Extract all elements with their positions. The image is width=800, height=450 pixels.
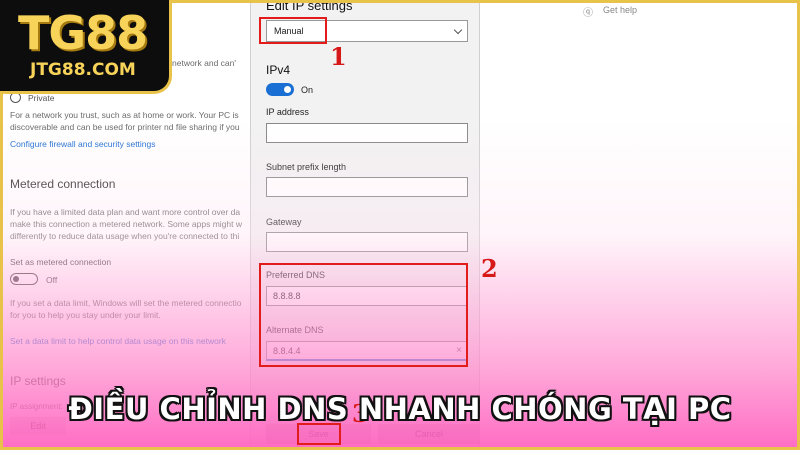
- subnet-prefix-label: Subnet prefix length: [266, 162, 347, 172]
- gateway-input[interactable]: [266, 232, 468, 252]
- step-1-marker: 1: [330, 42, 347, 71]
- step-2-marker: 2: [481, 254, 498, 283]
- preferred-dns-label: Preferred DNS: [266, 270, 326, 280]
- ipv4-toggle[interactable]: [266, 83, 294, 96]
- metered-toggle-state: Off: [46, 275, 58, 285]
- ip-settings-heading: IP settings: [10, 374, 66, 388]
- ip-address-label: IP address: [266, 107, 309, 117]
- edit-ip-settings-dialog: Edit IP settings Manual IPv4 On IP addre…: [250, 0, 480, 450]
- chevron-down-icon: [453, 25, 463, 35]
- cancel-button[interactable]: Cancel: [378, 424, 480, 444]
- get-help-link[interactable]: Get help: [603, 5, 637, 15]
- ip-mode-select[interactable]: Manual: [266, 20, 468, 42]
- data-limit-description-line-1: If you set a data limit, Windows will se…: [10, 298, 242, 308]
- logo-domain: JTG88.COM: [30, 60, 136, 80]
- ipv4-heading: IPv4: [266, 63, 291, 77]
- dialog-title: Edit IP settings: [266, 0, 353, 13]
- private-description-line-1: For a network you trust, such as at home…: [10, 110, 239, 120]
- metered-connection-heading: Metered connection: [10, 177, 116, 191]
- metered-description-line-3: differently to reduce data usage when yo…: [10, 231, 240, 241]
- metered-description-line-2: make this connection a metered network. …: [10, 219, 242, 229]
- gateway-label: Gateway: [266, 217, 302, 227]
- ipv4-toggle-state: On: [301, 85, 314, 95]
- private-description-line-2: discoverable and can be used for printer…: [10, 122, 240, 132]
- subnet-prefix-input[interactable]: [266, 177, 468, 197]
- caption-banner: ĐIỀU CHỈNH DNS NHANH CHÓNG TẠI PC: [68, 392, 732, 426]
- alternate-dns-value: 8.8.4.4: [273, 346, 301, 356]
- alternate-dns-label: Alternate DNS: [266, 325, 324, 335]
- set-data-limit-link[interactable]: Set a data limit to help control data us…: [10, 336, 226, 346]
- brand-logo: TG88 JTG88.COM: [0, 0, 172, 94]
- preferred-dns-input[interactable]: 8.8.8.8: [266, 286, 468, 306]
- ip-address-input[interactable]: [266, 123, 468, 143]
- metered-toggle-label: Set as metered connection: [10, 257, 112, 267]
- alternate-dns-input[interactable]: 8.8.4.4 ×: [266, 341, 468, 361]
- logo-wordmark: TG88: [18, 6, 148, 60]
- data-limit-description-line-2: for you to help you stay under your limi…: [10, 310, 161, 320]
- help-icon: ⓠ: [583, 8, 593, 19]
- network-desc-fragment: network and can': [172, 58, 236, 68]
- configure-firewall-link[interactable]: Configure firewall and security settings: [10, 139, 156, 149]
- ip-mode-select-value: Manual: [274, 26, 304, 36]
- metered-connection-toggle[interactable]: [10, 273, 38, 285]
- metered-description-line-1: If you have a limited data plan and want…: [10, 207, 241, 217]
- clear-icon[interactable]: ×: [456, 342, 462, 360]
